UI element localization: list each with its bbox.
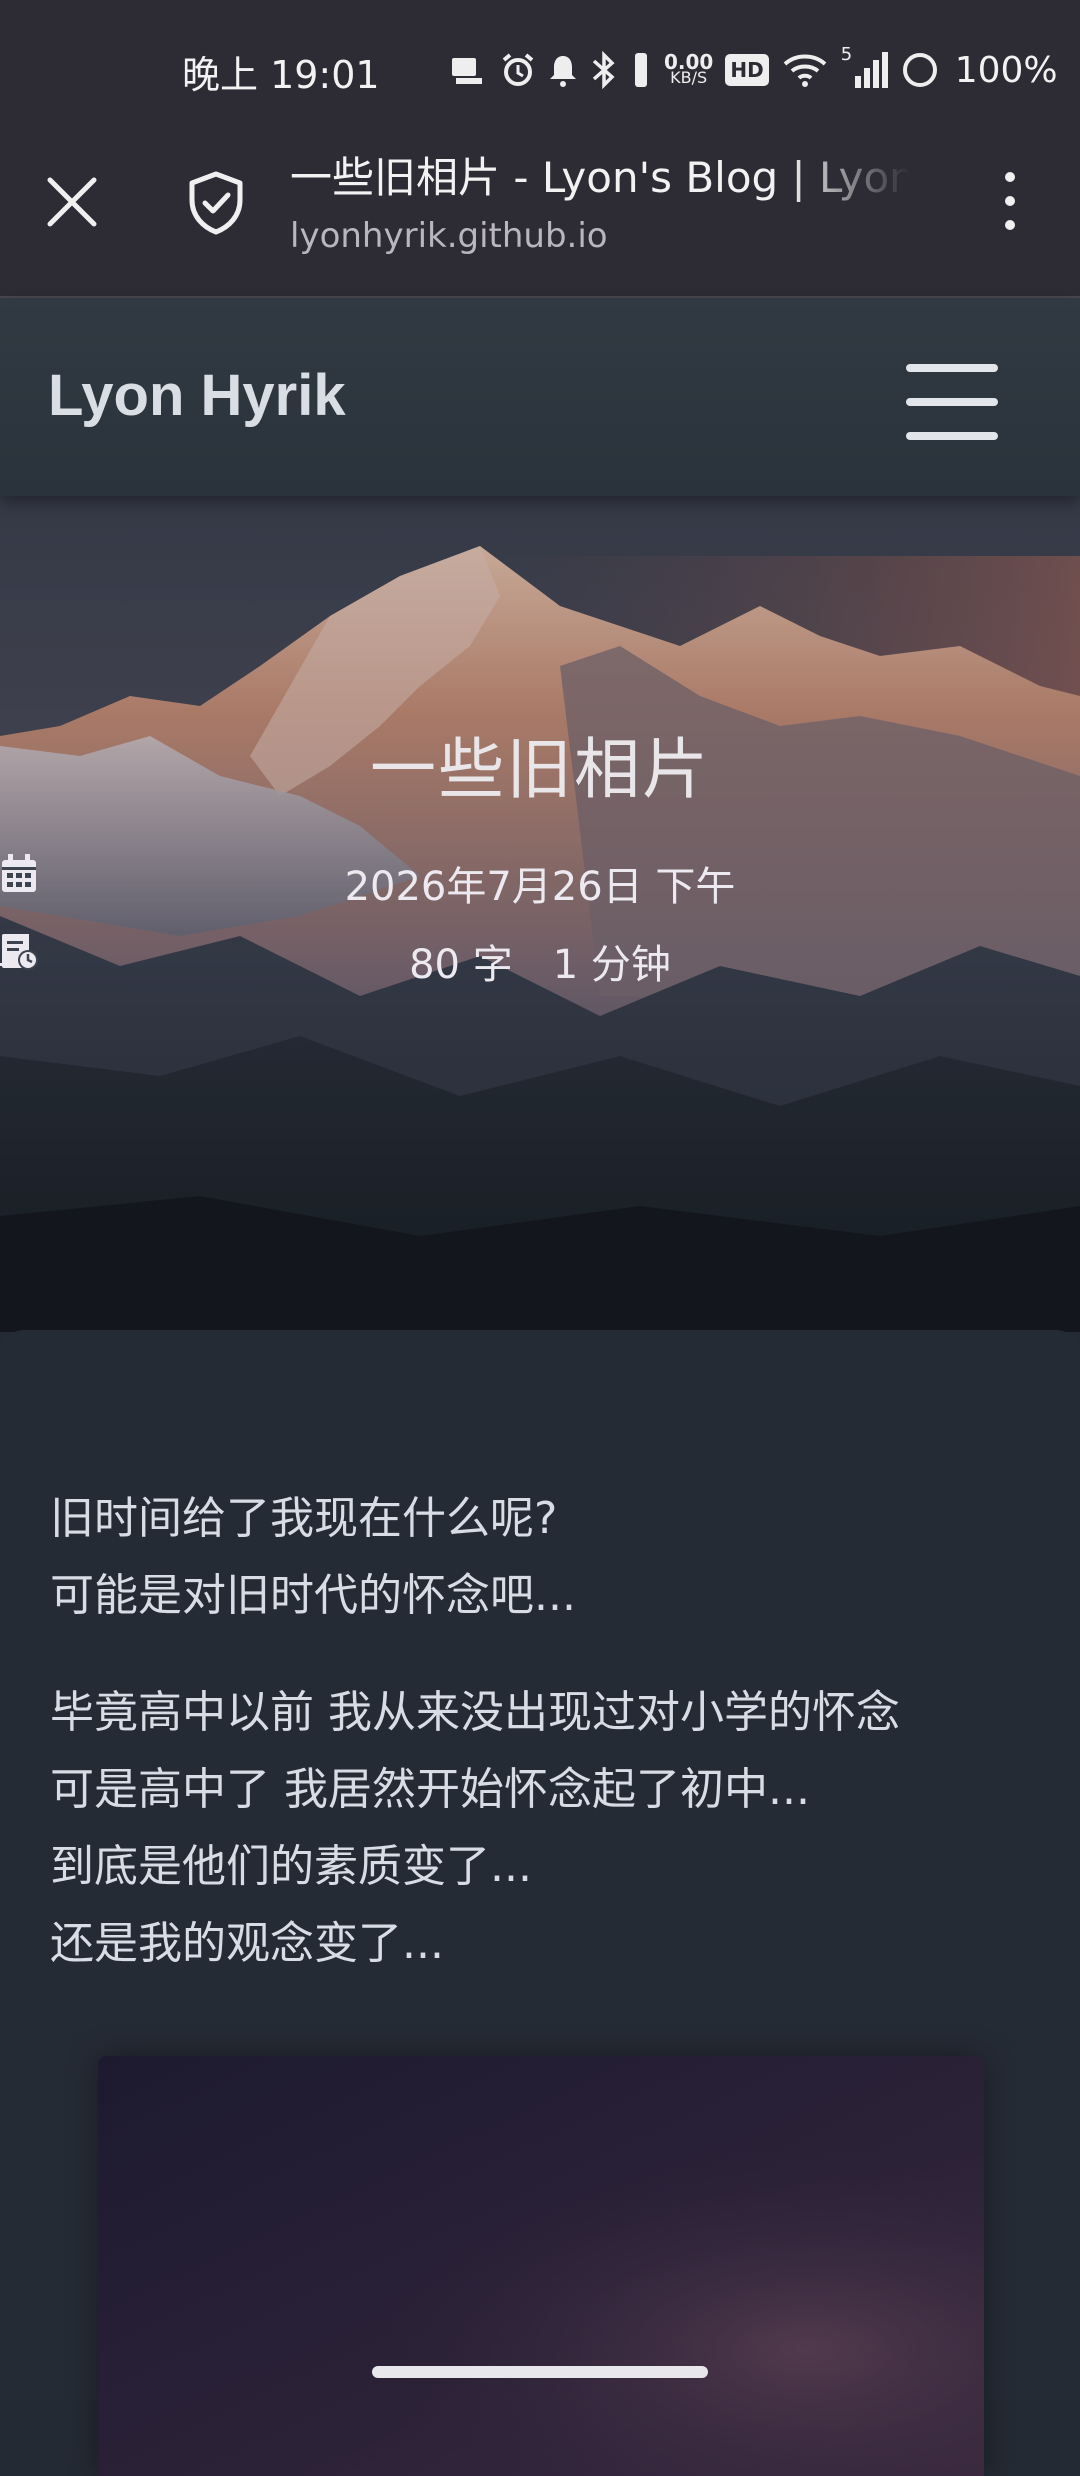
url-text[interactable]: lyonhyrik.github.io <box>290 216 608 256</box>
night-sky-image <box>98 2056 984 2476</box>
read-time: 1 分钟 <box>552 942 671 988</box>
paragraph-1: 旧时间给了我现在什么呢? 可能是对旧时代的怀念吧... <box>50 1480 576 1634</box>
notification-icon <box>452 58 482 84</box>
post-photo[interactable] <box>98 2056 984 2476</box>
browser-toolbar: 一些旧相片 - Lyon's Blog | Lyon lyonhyrik.git… <box>0 110 1080 298</box>
signal-icon <box>854 52 888 88</box>
battery-icon <box>902 53 937 87</box>
paragraph-line: 可是高中了 我居然开始怀念起了初中... <box>50 1764 810 1815</box>
paragraph-line: 到底是他们的素质变了... <box>50 1841 532 1892</box>
status-time: 晚上 19:01 <box>182 53 380 97</box>
post-date-row: 2026年7月26日 下午 <box>0 854 1080 912</box>
paragraph-line: 旧时间给了我现在什么呢? <box>50 1493 558 1544</box>
bluetooth-icon <box>592 51 615 89</box>
wifi-icon <box>783 54 827 87</box>
site-navbar: Lyon Hyrik <box>0 298 1080 496</box>
paragraph-2: 毕竟高中以前 我从来没出现过对小学的怀念 可是高中了 我居然开始怀念起了初中..… <box>50 1674 900 1982</box>
site-title[interactable]: Lyon Hyrik <box>48 362 346 429</box>
cell-signal: 5 <box>841 44 889 90</box>
hd-badge: HD <box>725 54 769 86</box>
status-icons: 0.00 KB/S HD 5 100% <box>448 44 1058 92</box>
post-stats-row: 80 字 1 分钟 <box>0 932 1080 990</box>
shield-check-icon[interactable] <box>186 170 246 236</box>
hamburger-icon[interactable] <box>906 364 998 440</box>
net-speed-unit: KB/S <box>670 68 708 87</box>
paragraph-line: 还是我的观念变了... <box>50 1918 444 1969</box>
battery-percent: 100% <box>954 49 1058 91</box>
paragraph-line: 毕竟高中以前 我从来没出现过对小学的怀念 <box>50 1687 900 1738</box>
alarm-icon <box>502 53 534 86</box>
vibrate-icon <box>635 53 647 87</box>
page-title: 一些旧相片 - Lyon's Blog | Lyon <box>290 153 910 202</box>
paragraph-line: 可能是对旧时代的怀念吧... <box>50 1570 576 1621</box>
more-vert-icon[interactable] <box>990 172 1030 244</box>
close-icon[interactable] <box>44 174 100 230</box>
document-clock-icon <box>2 934 38 970</box>
hero-banner: 一些旧相片 2026年7月26日 下午 80 字 1 分钟 <box>0 496 1080 1332</box>
bell-icon <box>550 56 576 87</box>
post-date: 2026年7月26日 下午 <box>344 864 736 910</box>
mountain-background <box>0 496 1080 1332</box>
home-indicator[interactable] <box>372 2366 708 2378</box>
word-count: 80 字 <box>409 942 513 988</box>
post-content-card: 旧时间给了我现在什么呢? 可能是对旧时代的怀念吧... 毕竟高中以前 我从来没出… <box>0 1330 1080 2476</box>
net-speed: 0.00 KB/S <box>664 52 713 87</box>
calendar-icon <box>2 854 36 892</box>
post-title: 一些旧相片 <box>370 731 710 808</box>
